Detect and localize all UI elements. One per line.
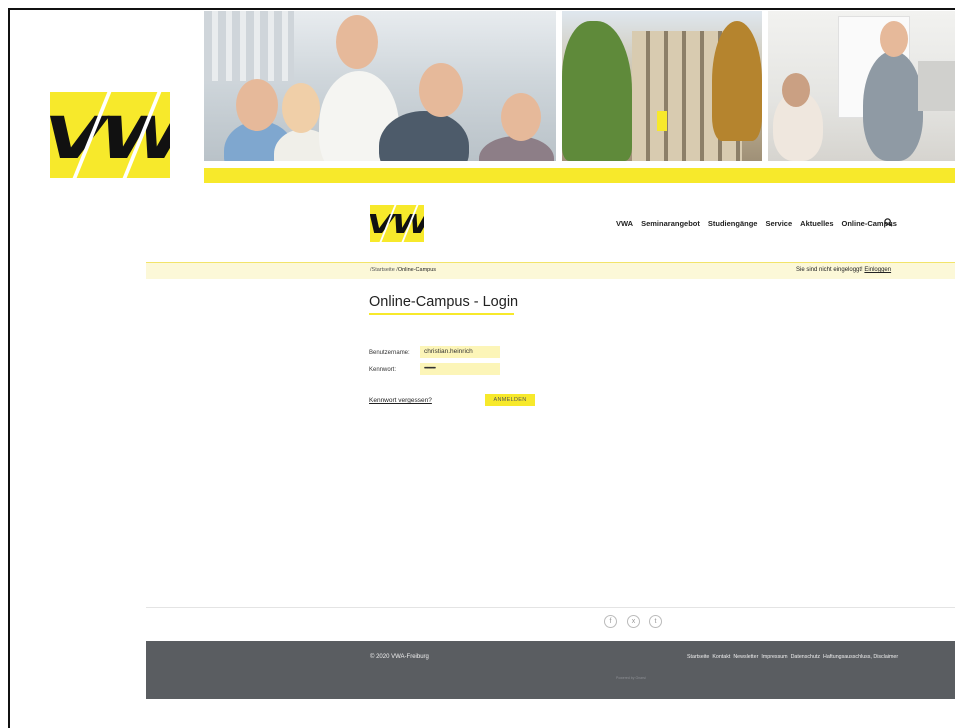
facebook-icon[interactable]: f xyxy=(604,615,617,628)
vwa-logo-nav[interactable]: VWA xyxy=(370,205,424,242)
xing-icon[interactable]: x xyxy=(627,615,640,628)
username-field[interactable]: christian.heinrich xyxy=(420,346,500,358)
password-label: Kennwort: xyxy=(369,367,397,373)
footer-link-newsletter[interactable]: Newsletter xyxy=(733,654,758,660)
title-underline xyxy=(369,313,514,315)
login-status-text: Sie sind nicht eingeloggt! xyxy=(796,267,863,273)
search-icon[interactable] xyxy=(884,218,893,227)
nav-item-seminarangebot[interactable]: Seminarangebot xyxy=(641,219,700,228)
nav-item-vwa[interactable]: VWA xyxy=(616,219,633,228)
footer-link-impressum[interactable]: Impressum xyxy=(761,654,787,660)
hero-image-team xyxy=(204,11,556,161)
footer-divider xyxy=(146,607,955,608)
login-link[interactable]: Einloggen xyxy=(864,267,891,273)
footer-links: Startseite Kontakt Newsletter Impressum … xyxy=(687,654,898,660)
nav-item-aktuelles[interactable]: Aktuelles xyxy=(800,219,833,228)
footer-link-kontakt[interactable]: Kontakt xyxy=(712,654,730,660)
breadcrumb: /Startseite /Online-Campus xyxy=(370,267,437,273)
twitter-icon[interactable]: t xyxy=(649,615,662,628)
hero-image-building xyxy=(562,11,762,161)
accent-bar xyxy=(204,168,955,183)
copyright: © 2020 VWA-Freiburg xyxy=(370,654,429,660)
footer-link-startseite[interactable]: Startseite xyxy=(687,654,709,660)
logo-lettering: VWA xyxy=(370,210,424,240)
vwa-logo-large[interactable]: VWA xyxy=(50,92,170,178)
login-button[interactable]: ANMELDEN xyxy=(485,394,535,406)
main-nav: VWA Seminarangebot Studiengänge Service … xyxy=(616,219,897,228)
powered-by[interactable]: Powered by Gnarsi xyxy=(616,676,646,680)
footer-link-disclaimer[interactable]: Haftungsausschluss, Disclaimer xyxy=(823,654,898,660)
nav-item-studiengaenge[interactable]: Studiengänge xyxy=(708,219,758,228)
hero-image-presentation xyxy=(768,11,955,161)
forgot-password-link[interactable]: Kennwort vergessen? xyxy=(369,397,432,404)
breadcrumb-current: Online-Campus xyxy=(397,267,437,273)
password-field[interactable]: •••••••••• xyxy=(420,363,500,375)
breadcrumb-startseite[interactable]: Startseite xyxy=(372,267,395,273)
login-status: Sie sind nicht eingeloggt! Einloggen xyxy=(796,267,891,273)
footer-link-datenschutz[interactable]: Datenschutz xyxy=(791,654,820,660)
username-label: Benutzername: xyxy=(369,350,410,356)
nav-item-service[interactable]: Service xyxy=(765,219,792,228)
page-title: Online-Campus - Login xyxy=(369,294,519,310)
site-footer xyxy=(146,641,955,699)
